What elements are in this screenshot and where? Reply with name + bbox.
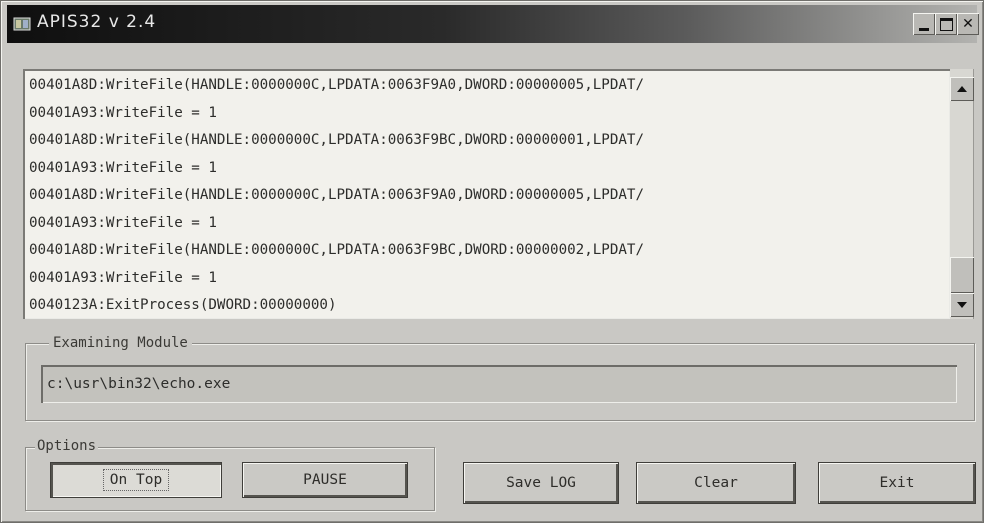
clear-button[interactable]: Clear bbox=[637, 463, 795, 503]
apis32-window: APIS32 v 2.4 ✕ 00401A8D:WriteFile(HANDLE… bbox=[0, 0, 984, 523]
close-icon: ✕ bbox=[962, 16, 974, 32]
window-title: APIS32 v 2.4 bbox=[37, 12, 157, 32]
log-line: 00401A93:WriteFile = 1 bbox=[29, 269, 217, 286]
minimize-button[interactable] bbox=[913, 13, 935, 35]
log-line: 0040123A:ExitProcess(DWORD:00000000) bbox=[29, 297, 337, 313]
maximize-icon bbox=[939, 17, 953, 31]
minimize-icon bbox=[919, 27, 929, 31]
clear-label: Clear bbox=[694, 475, 738, 491]
log-line: 00401A8D:WriteFile(HANDLE:0000000C,LPDAT… bbox=[29, 242, 644, 258]
log-line: 00401A93:WriteFile = 1 bbox=[29, 159, 217, 176]
save-log-button[interactable]: Save LOG bbox=[464, 463, 618, 503]
on-top-toggle[interactable]: On Top bbox=[51, 463, 221, 497]
log-line: 00401A8D:WriteFile(HANDLE:0000000C,LPDAT… bbox=[29, 77, 644, 93]
up-arrow-icon bbox=[957, 86, 967, 92]
down-arrow-icon bbox=[957, 302, 967, 308]
log-line: 00401A8D:WriteFile(HANDLE:0000000C,LPDAT… bbox=[29, 132, 644, 148]
save-log-label: Save LOG bbox=[506, 475, 576, 491]
scroll-thumb[interactable] bbox=[950, 257, 974, 293]
examining-module-label: Examining Module bbox=[49, 335, 192, 351]
exit-button[interactable]: Exit bbox=[819, 463, 975, 503]
exit-label: Exit bbox=[879, 475, 915, 491]
log-line: 00401A93:WriteFile = 1 bbox=[29, 214, 217, 231]
log-line: 00401A93:WriteFile = 1 bbox=[29, 104, 217, 121]
scroll-up-button[interactable] bbox=[950, 77, 974, 101]
log-line: 00401A8D:WriteFile(HANDLE:0000000C,LPDAT… bbox=[29, 187, 644, 203]
app-icon bbox=[13, 17, 31, 31]
on-top-label: On Top bbox=[102, 469, 170, 491]
scroll-down-button[interactable] bbox=[950, 293, 974, 317]
module-path-field[interactable]: c:\usr\bin32\echo.exe bbox=[41, 365, 957, 403]
api-log-list[interactable]: 00401A8D:WriteFile(HANDLE:0000000C,LPDAT… bbox=[23, 69, 950, 319]
pause-label: PAUSE bbox=[303, 472, 347, 488]
log-scrollbar[interactable] bbox=[950, 69, 974, 319]
maximize-button[interactable] bbox=[935, 13, 957, 35]
title-bar[interactable]: APIS32 v 2.4 ✕ bbox=[7, 5, 979, 43]
pause-button[interactable]: PAUSE bbox=[243, 463, 407, 497]
options-label: Options bbox=[35, 438, 99, 454]
close-button[interactable]: ✕ bbox=[957, 13, 979, 35]
